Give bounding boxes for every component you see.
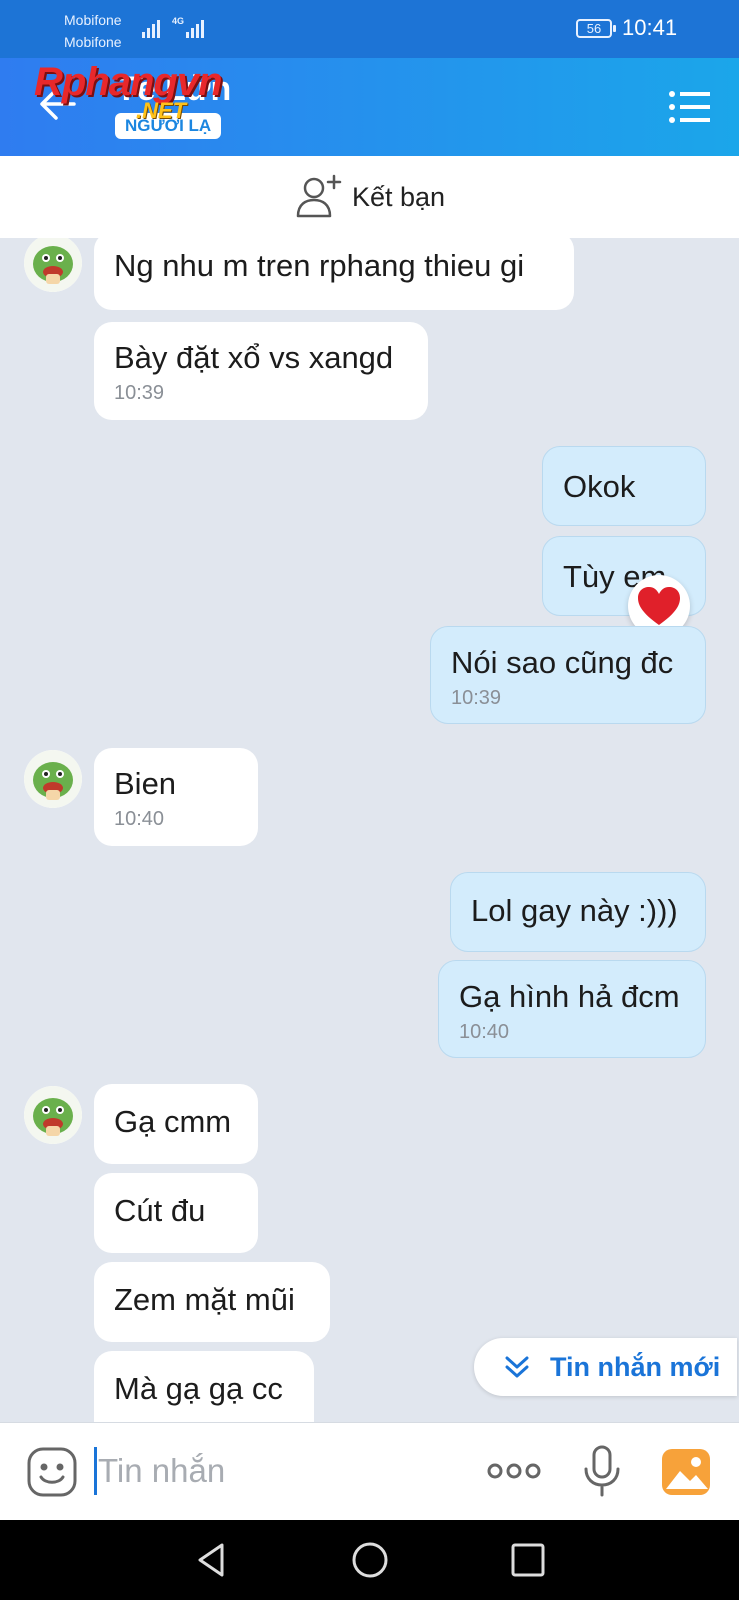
message-text: Cút đu (114, 1193, 206, 1228)
message-time: 10:39 (114, 382, 165, 404)
message-text: Zem mặt mũi (114, 1282, 295, 1317)
message-time: 10:39 (451, 687, 502, 709)
message-bubble[interactable]: Bien 10:40 (94, 748, 258, 846)
message-composer (0, 1422, 739, 1520)
emoji-button[interactable] (26, 1446, 78, 1498)
message-text: Lol gay này :))) (471, 893, 678, 928)
message-text: Bày đặt xổ vs xangd (114, 340, 394, 375)
message-bubble[interactable]: Mà gạ gạ cc (94, 1351, 314, 1422)
add-friend-label: Kết bạn (352, 181, 446, 212)
message-list[interactable]: Ng nhu m tren rphang thieu gi Bày đặt xổ… (0, 238, 739, 1422)
message-bubble[interactable]: Cút đu (94, 1173, 258, 1253)
dinosaur-avatar-icon (24, 238, 82, 292)
battery-icon: 56 (576, 19, 616, 38)
nav-recents-button[interactable] (508, 1540, 548, 1580)
add-friend-bar: Kết bạn (0, 156, 739, 238)
message-text: Okok (563, 469, 636, 504)
message-text: Mà gạ gạ cc (114, 1371, 283, 1406)
square-recents-icon (511, 1543, 545, 1577)
avatar[interactable] (24, 238, 82, 292)
text-caret (94, 1447, 97, 1495)
microphone-icon (584, 1445, 620, 1497)
watermark-suffix: .NET (136, 98, 187, 123)
message-bubble[interactable]: Gạ cmm (94, 1084, 258, 1164)
new-messages-label: Tin nhắn mới (550, 1351, 721, 1382)
new-messages-button[interactable]: Tin nhắn mới (474, 1338, 737, 1396)
emoji-icon (27, 1447, 77, 1497)
nav-home-button[interactable] (350, 1540, 390, 1580)
message-time: 10:40 (114, 808, 165, 830)
message-bubble[interactable]: Ng nhu m tren rphang thieu gi (94, 238, 574, 310)
watermark-logo: Rphangvn (34, 60, 223, 104)
chat-header: Tê Lửn NGƯỜI LẠ Rphangvn .NET (0, 58, 739, 156)
voice-button[interactable] (582, 1445, 622, 1497)
message-text: Gạ hình hả đcm (459, 979, 680, 1014)
system-navigation-bar (0, 1520, 739, 1600)
carrier-2: Mobifone (64, 34, 122, 50)
add-user-icon (296, 174, 342, 218)
status-time: 10:41 (622, 15, 678, 40)
message-bubble[interactable]: Okok (542, 446, 706, 526)
avatar[interactable] (24, 1086, 82, 1144)
add-friend-button[interactable]: Kết bạn (296, 174, 445, 220)
avatar[interactable] (24, 750, 82, 808)
message-bubble[interactable]: Lol gay này :))) (450, 872, 706, 952)
status-bar: Mobifone Mobifone 4G 56 10:41 (0, 0, 739, 58)
carrier-1: Mobifone (64, 12, 122, 28)
chevron-double-down-icon (505, 1356, 529, 1378)
dinosaur-avatar-icon (24, 1086, 82, 1144)
message-bubble[interactable]: Zem mặt mũi (94, 1262, 330, 1342)
more-button[interactable] (486, 1453, 542, 1489)
nav-back-button[interactable] (192, 1540, 232, 1580)
dinosaur-avatar-icon (24, 750, 82, 808)
message-text: Ng nhu m tren rphang thieu gi (114, 248, 525, 283)
circle-home-icon (352, 1542, 388, 1578)
message-text: Gạ cmm (114, 1104, 232, 1139)
message-bubble[interactable]: Bày đặt xổ vs xangd 10:39 (94, 322, 428, 420)
message-bubble[interactable]: Nói sao cũng đc 10:39 (430, 626, 706, 724)
signal-icon (142, 16, 160, 38)
gallery-button[interactable] (660, 1447, 712, 1497)
signal-icon-2 (186, 16, 204, 38)
message-bubble[interactable]: Gạ hình hả đcm 10:40 (438, 960, 706, 1058)
menu-button[interactable] (668, 90, 712, 124)
network-type: 4G (172, 16, 185, 26)
message-text: Bien (114, 766, 177, 801)
message-text: Nói sao cũng đc (451, 645, 674, 680)
more-dots-icon (487, 1463, 541, 1479)
triangle-back-icon (198, 1543, 224, 1577)
gallery-icon (662, 1449, 710, 1495)
carrier-names: Mobifone Mobifone (64, 9, 122, 53)
menu-icon (669, 91, 710, 123)
message-input[interactable] (98, 1445, 458, 1497)
message-time: 10:40 (459, 1021, 510, 1043)
